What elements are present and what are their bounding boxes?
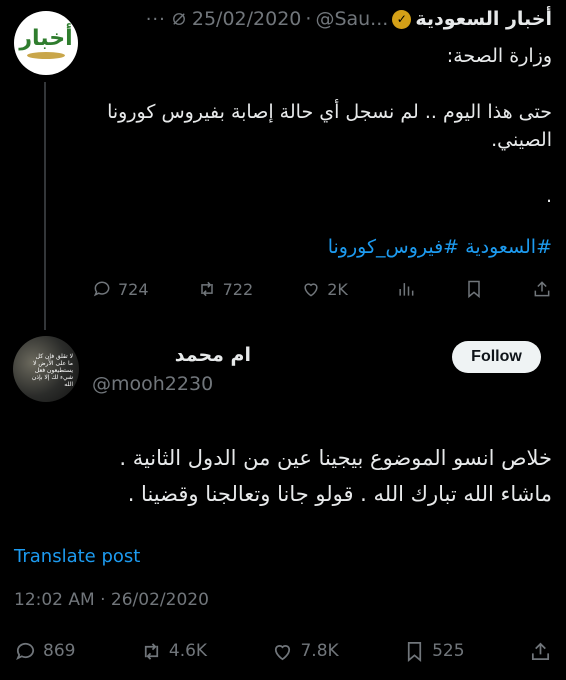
retweet-icon xyxy=(144,642,158,660)
tweet-line: حتى هذا اليوم .. لم نسجل أي حالة إصابة ب… xyxy=(107,101,552,151)
reply-author-avatar[interactable]: لا تقلق فإن كل ما على الأرض لا يستطيعون … xyxy=(13,336,79,402)
tweet-line xyxy=(95,70,552,98)
author-handle[interactable]: @Sau... xyxy=(315,8,388,30)
translate-post-link[interactable]: Translate post xyxy=(14,546,140,567)
retweet-count: 4.6K xyxy=(168,641,208,661)
reply-author-handle[interactable]: @mooh2230 xyxy=(92,373,213,395)
reply-author-name[interactable]: ام محمد xyxy=(175,344,251,366)
tweet-body: وزارة الصحة: حتى هذا اليوم .. لم نسجل أي… xyxy=(95,42,552,210)
share-icon xyxy=(531,642,549,660)
tweet-hashtags[interactable]: #السعودية #فيروس_كورونا xyxy=(328,236,552,258)
more-icon[interactable]: ··· xyxy=(146,9,166,30)
author-avatar[interactable]: أخبار xyxy=(14,11,78,75)
tweet-date[interactable]: 25/02/2020 xyxy=(192,8,302,30)
share-button[interactable] xyxy=(532,279,552,299)
share-button[interactable] xyxy=(529,640,552,663)
reply-line: ماشاء الله تبارك الله . قولو جانا وتعالج… xyxy=(127,482,552,506)
reply-button[interactable]: 724 xyxy=(92,279,149,299)
tweet-actions: 724 722 2K xyxy=(92,276,552,302)
bookmark-button[interactable]: 525 xyxy=(403,640,465,663)
avatar-text: لا تقلق فإن كل ما على الأرض لا يستطيعون … xyxy=(31,353,73,388)
like-button[interactable]: 7.8K xyxy=(271,640,339,663)
share-icon xyxy=(534,281,550,297)
reply-icon xyxy=(16,642,35,660)
reply-count: 724 xyxy=(118,279,149,299)
reply-timestamp[interactable]: 12:02 AM · 26/02/2020 xyxy=(14,590,209,610)
reply-button[interactable]: 869 xyxy=(14,640,75,663)
separator: · xyxy=(305,8,312,30)
like-icon xyxy=(275,644,291,660)
tweet-line xyxy=(95,154,552,182)
reply-line: خلاص انسو الموضوع بيجينا عين من الدول ال… xyxy=(119,446,552,470)
tweet-line: . xyxy=(545,185,552,207)
avatar-logo-wave xyxy=(27,51,65,59)
like-count: 2K xyxy=(327,279,348,299)
like-count: 7.8K xyxy=(300,641,339,661)
reply-actions: 869 4.6K 7.8K 525 xyxy=(14,637,552,665)
grok-icon[interactable] xyxy=(170,10,188,28)
views-button[interactable] xyxy=(396,279,416,299)
like-button[interactable]: 2K xyxy=(301,279,348,299)
retweet-count: 722 xyxy=(222,279,254,299)
author-name[interactable]: أخبار السعودية xyxy=(415,8,552,30)
bookmark-icon xyxy=(468,280,480,299)
tweet-line: وزارة الصحة: xyxy=(446,45,552,67)
reply-icon xyxy=(93,281,110,297)
like-icon xyxy=(304,283,318,297)
retweet-icon xyxy=(200,281,213,297)
reply-count: 869 xyxy=(43,641,76,661)
avatar-logo-text: أخبار xyxy=(19,25,73,51)
thread-line xyxy=(44,82,46,330)
verified-badge-icon: ✓ xyxy=(392,9,412,29)
retweet-button[interactable]: 4.6K xyxy=(140,640,207,663)
tweet-header: أخبار السعودية ✓ @Sau... · 25/02/2020 ··… xyxy=(146,8,552,30)
reply-body: خلاص انسو الموضوع بيجينا عين من الدول ال… xyxy=(14,440,552,512)
views-icon xyxy=(399,283,414,296)
follow-button[interactable]: Follow xyxy=(452,341,541,373)
bookmark-icon xyxy=(407,641,422,662)
bookmark-count: 525 xyxy=(432,641,465,661)
bookmark-button[interactable] xyxy=(464,279,484,299)
retweet-button[interactable]: 722 xyxy=(197,279,254,299)
